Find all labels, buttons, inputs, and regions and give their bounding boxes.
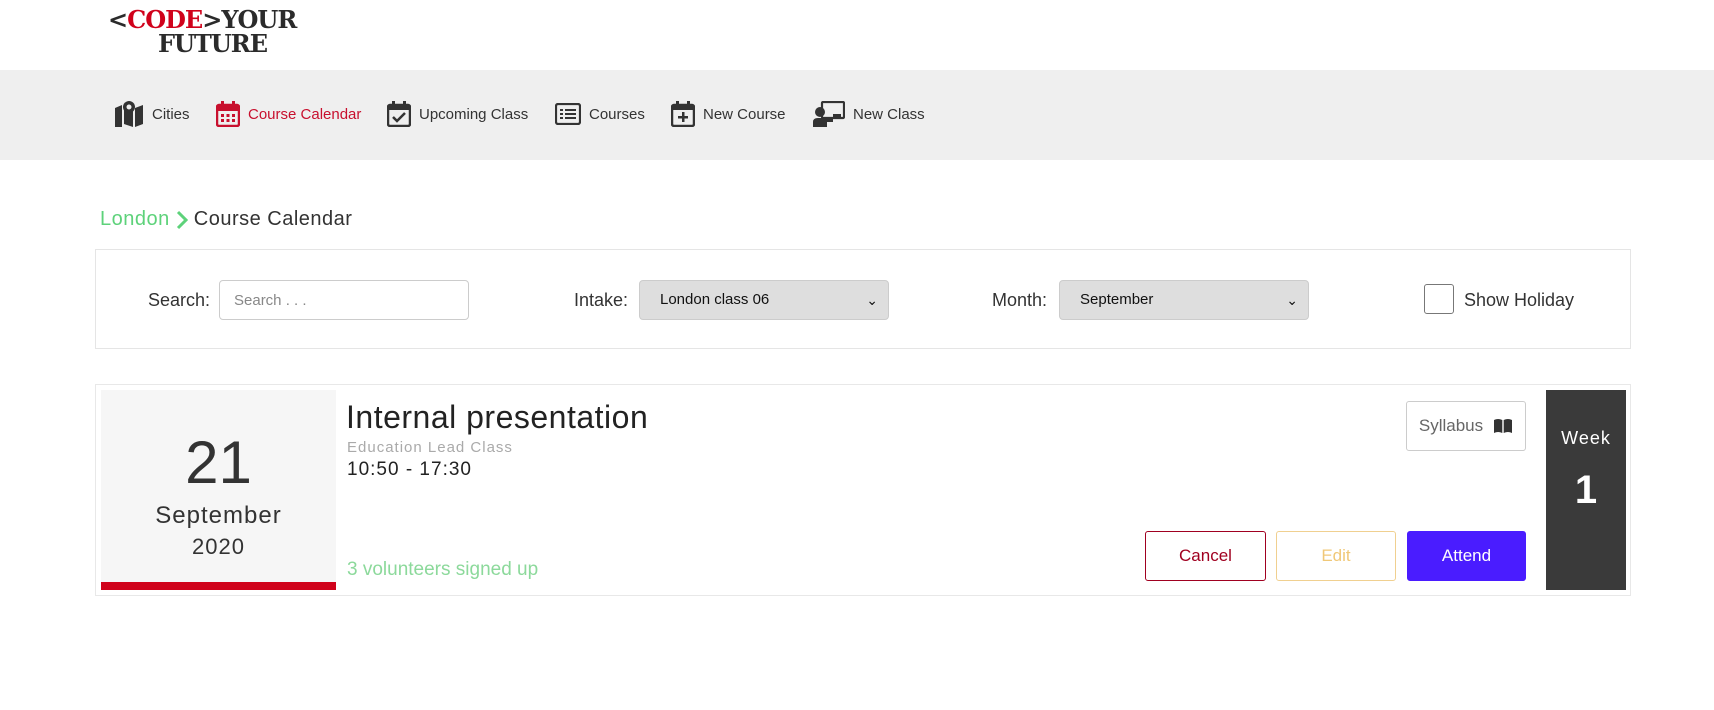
header: <CODE>YOUR FUTURE (0, 0, 1714, 70)
edit-button[interactable]: Edit (1276, 531, 1396, 581)
show-holiday-label: Show Holiday (1464, 290, 1575, 310)
event-year: 2020 (192, 534, 245, 559)
week-label: Week (1561, 428, 1611, 448)
nav-label-courses: Courses (589, 105, 645, 123)
intake-label: Intake: (574, 290, 629, 310)
logo[interactable]: <CODE>YOUR FUTURE (108, 8, 297, 58)
chevron-right-icon (176, 210, 188, 229)
nav-label-new-course: New Course (703, 105, 786, 123)
event-time: 10:50 - 17:30 (347, 459, 472, 480)
cancel-button[interactable]: Cancel (1145, 531, 1266, 581)
volunteers-link[interactable]: 3 volunteers signed up (347, 559, 538, 581)
teacher-board-icon (813, 101, 845, 127)
nav-item-new-class[interactable]: New Class (813, 98, 925, 130)
month-select[interactable]: September ⌄ (1059, 280, 1309, 320)
main-nav: Cities Course Calendar Upcoming Class Co… (0, 70, 1714, 160)
chevron-down-icon: ⌄ (866, 292, 878, 308)
nav-item-course-calendar[interactable]: Course Calendar (216, 98, 361, 130)
syllabus-button[interactable]: Syllabus (1406, 401, 1526, 451)
filter-panel: Search: Intake: London class 06 ⌄ Month:… (95, 249, 1631, 349)
week-indicator: Week 1 (1546, 390, 1626, 590)
search-label: Search: (148, 290, 211, 310)
breadcrumb: London Course Calendar (100, 208, 352, 231)
list-icon (555, 103, 581, 125)
nav-label-cities: Cities (152, 105, 190, 123)
show-holiday-checkbox[interactable] (1424, 284, 1454, 314)
month-select-value: September (1080, 291, 1154, 308)
event-subtitle: Education Lead Class (347, 439, 513, 456)
logo-line-2: FUTURE (158, 29, 268, 58)
syllabus-label: Syllabus (1418, 416, 1484, 435)
attend-button[interactable]: Attend (1407, 531, 1526, 581)
nav-item-new-course[interactable]: New Course (671, 98, 786, 130)
event-month: September (155, 502, 282, 529)
class-event-card: 21 September 2020 Internal presentation … (95, 384, 1631, 596)
page-title: Course Calendar (193, 208, 353, 230)
search-input[interactable] (219, 280, 469, 320)
calendar-icon (216, 101, 240, 127)
breadcrumb-city-link[interactable]: London (100, 208, 170, 231)
nav-label-course-calendar: Course Calendar (248, 105, 362, 123)
nav-label-new-class: New Class (853, 105, 925, 123)
intake-select-value: London class 06 (660, 291, 770, 308)
intake-select[interactable]: London class 06 ⌄ (639, 280, 889, 320)
nav-item-cities[interactable]: Cities (114, 98, 190, 130)
event-title: Internal presentation (346, 399, 649, 435)
event-date: 21 September 2020 (101, 390, 336, 590)
chevron-down-icon: ⌄ (1286, 292, 1298, 308)
book-open-icon (1494, 419, 1513, 433)
date-accent-bar (101, 582, 336, 590)
event-day: 21 (185, 429, 252, 496)
calendar-plus-icon (671, 101, 695, 127)
week-number: 1 (1574, 468, 1598, 512)
nav-item-courses[interactable]: Courses (555, 98, 645, 130)
month-label: Month: (992, 290, 1048, 310)
nav-item-upcoming-class[interactable]: Upcoming Class (387, 98, 528, 130)
map-marker-icon (115, 101, 143, 127)
calendar-check-icon (387, 101, 411, 127)
nav-label-upcoming-class: Upcoming Class (419, 105, 529, 123)
